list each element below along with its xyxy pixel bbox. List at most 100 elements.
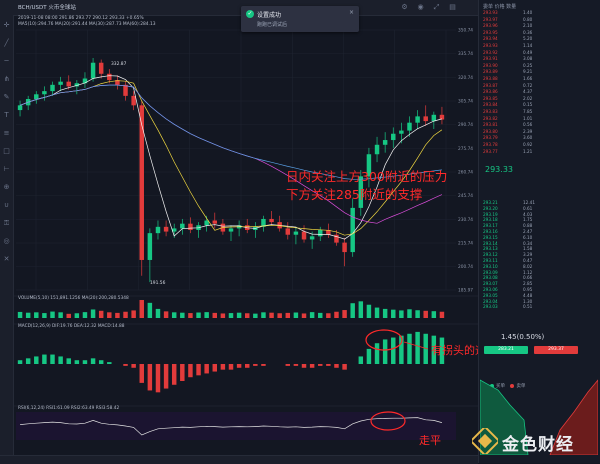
order-price: 293.78 <box>483 142 498 147</box>
order-book-row[interactable]: 293.20 0.61 <box>483 206 569 211</box>
order-amount: 2.02 <box>523 95 533 101</box>
macd-circle <box>365 329 403 351</box>
order-amount: 1.75 <box>523 217 533 223</box>
order-book-row[interactable]: 293.11 0.47 <box>483 258 569 263</box>
order-amount: 2.39 <box>523 128 533 134</box>
order-amount: 0.56 <box>523 122 533 128</box>
order-book-row[interactable]: 293.04 1.30 <box>483 299 569 304</box>
order-book-header: 委单 价格 数量 <box>483 4 517 10</box>
order-amount: 0.61 <box>523 205 533 211</box>
order-book-row[interactable]: 293.07 2.85 <box>483 281 569 286</box>
toast-subtitle: 跑跑已调试后 <box>257 22 288 28</box>
check-icon: ✓ <box>246 10 254 18</box>
watermark: 金色财经 <box>472 426 600 458</box>
order-book-row[interactable]: 293.92 0.49 <box>483 50 569 55</box>
order-amount: 1.58 <box>523 246 533 252</box>
order-amount: 6.10 <box>523 234 533 240</box>
order-price: 293.90 <box>483 62 498 68</box>
order-amount: 3.60 <box>523 135 533 141</box>
order-amount: 0.47 <box>523 258 533 263</box>
order-book-row[interactable]: 293.03 0.51 <box>483 304 569 309</box>
current-price: 293.33 <box>485 165 513 174</box>
sell-button[interactable]: 293.37 <box>534 346 578 354</box>
watermark-text: 金色财经 <box>502 435 574 455</box>
order-book-row[interactable]: 293.78 0.92 <box>483 142 569 147</box>
order-book-row[interactable]: 293.10 8.02 <box>483 264 569 269</box>
order-book-row[interactable]: 293.91 3.08 <box>483 56 569 61</box>
order-book-row[interactable]: 293.13 1.58 <box>483 246 569 251</box>
order-book-row[interactable]: 293.19 4.03 <box>483 212 569 217</box>
rsi-circle <box>370 411 406 431</box>
order-book-row[interactable]: 293.83 7.85 <box>483 109 569 114</box>
order-price: 293.93 <box>483 10 498 15</box>
order-book-row[interactable]: 293.89 9.21 <box>483 69 569 74</box>
order-price: 293.11 <box>483 258 498 263</box>
order-amount: 2.47 <box>523 229 533 234</box>
order-amount: 0.66 <box>523 275 533 281</box>
order-amount: 4.48 <box>523 292 533 298</box>
order-price: 293.17 <box>483 223 498 229</box>
close-icon[interactable]: × <box>349 9 354 16</box>
order-price: 293.21 <box>483 200 498 205</box>
order-amount: 4.03 <box>523 211 533 217</box>
order-book-row[interactable]: 293.85 2.02 <box>483 96 569 101</box>
order-amount: 0.25 <box>523 62 533 68</box>
order-price: 293.16 <box>483 229 498 234</box>
order-book-row[interactable]: 293.88 1.66 <box>483 76 569 81</box>
order-book-row[interactable]: 293.82 1.01 <box>483 116 569 121</box>
macd-arrow <box>403 341 429 350</box>
order-book-row[interactable]: 293.90 0.25 <box>483 63 569 68</box>
order-book-row[interactable]: 293.21 12.41 <box>483 200 569 205</box>
order-price: 293.92 <box>483 49 498 55</box>
order-price: 293.77 <box>483 148 498 154</box>
order-book-row[interactable]: 293.17 0.88 <box>483 223 569 228</box>
order-book-row[interactable]: 293.93 1.40 <box>483 10 569 15</box>
success-toast: ✓ 设置成功 跑跑已调试后 × <box>241 6 359 32</box>
order-book-row[interactable]: 293.96 2.10 <box>483 23 569 28</box>
order-book-row[interactable]: 293.12 3.29 <box>483 252 569 257</box>
order-amount: 7.85 <box>523 109 533 114</box>
order-book-row[interactable]: 293.97 0.80 <box>483 17 569 22</box>
order-book-row[interactable]: 293.86 4.37 <box>483 89 569 94</box>
order-price: 293.12 <box>483 252 498 258</box>
order-amount: 0.15 <box>523 102 533 108</box>
order-book-row[interactable]: 293.08 0.66 <box>483 275 569 280</box>
order-price: 293.08 <box>483 275 498 281</box>
order-price: 293.93 <box>483 43 498 48</box>
order-amount: 5.20 <box>523 36 533 42</box>
order-amount: 12.41 <box>523 200 535 205</box>
order-book-row[interactable]: 293.18 1.75 <box>483 217 569 222</box>
order-price: 293.18 <box>483 217 498 223</box>
order-book-row[interactable]: 293.16 2.47 <box>483 229 569 234</box>
order-price: 293.09 <box>483 269 498 275</box>
order-book-row[interactable]: 293.05 4.48 <box>483 293 569 298</box>
order-book-row[interactable]: 293.15 6.10 <box>483 235 569 240</box>
order-book-row[interactable]: 293.79 3.60 <box>483 135 569 140</box>
order-book-row[interactable]: 293.95 0.36 <box>483 30 569 35</box>
order-book-row[interactable]: 293.80 2.39 <box>483 129 569 134</box>
order-price: 293.19 <box>483 211 498 217</box>
buy-button[interactable]: 283.21 <box>484 346 528 354</box>
order-book-row[interactable]: 293.09 1.12 <box>483 270 569 275</box>
order-price: 293.97 <box>483 16 498 22</box>
order-book-row[interactable]: 293.14 0.34 <box>483 241 569 246</box>
order-book-row[interactable]: 293.06 0.95 <box>483 287 569 292</box>
order-amount: 1.40 <box>523 10 533 15</box>
order-amount: 1.30 <box>523 298 533 304</box>
annotation-circles <box>365 329 429 431</box>
order-price: 293.82 <box>483 115 498 121</box>
order-price: 293.07 <box>483 281 498 287</box>
order-price: 293.13 <box>483 246 498 252</box>
order-book-row[interactable]: 293.94 5.20 <box>483 36 569 41</box>
order-book-row[interactable]: 293.77 1.21 <box>483 149 569 154</box>
toast-title: 设置成功 <box>257 12 282 19</box>
order-book-row[interactable]: 293.87 0.72 <box>483 83 569 88</box>
order-book-row[interactable]: 293.84 0.15 <box>483 102 569 107</box>
order-price: 293.88 <box>483 76 498 81</box>
order-amount: 2.10 <box>523 23 533 29</box>
order-price: 293.15 <box>483 234 498 240</box>
order-book-row[interactable]: 293.81 0.56 <box>483 122 569 127</box>
order-book-row[interactable]: 293.93 1.14 <box>483 43 569 48</box>
order-amount: 3.29 <box>523 252 533 258</box>
order-price: 293.80 <box>483 128 498 134</box>
